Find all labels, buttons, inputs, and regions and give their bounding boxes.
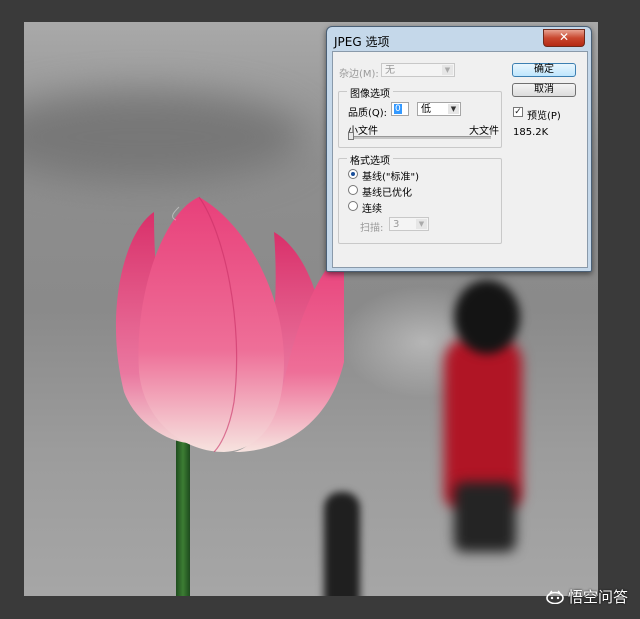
quality-value: 0 [394, 104, 402, 114]
blurred-foliage [24, 92, 304, 182]
checkmark-icon: ✓ [514, 107, 522, 117]
radio-baseline-optimized[interactable] [348, 185, 358, 195]
preview-checkbox[interactable]: ✓ [513, 107, 523, 117]
matte-value: 无 [385, 65, 395, 76]
cancel-button[interactable]: 取消 [512, 83, 576, 97]
scans-select[interactable]: 3 ▼ [389, 217, 429, 231]
blurred-post [324, 492, 360, 596]
scans-label: 扫描: [360, 223, 384, 234]
watermark: 悟空问答 [546, 586, 628, 607]
preview-label[interactable]: 预览(P) [527, 107, 561, 122]
dialog-body: 杂边(M): 无 ▼ 图像选项 品质(Q): 0 低 ▼ 小文件 大文件 格式选… [332, 51, 588, 268]
blurred-person-head [454, 280, 520, 354]
chevron-down-icon: ▼ [442, 65, 453, 75]
radio-progressive-label[interactable]: 连续 [362, 200, 382, 215]
ok-button[interactable]: 确定 [512, 63, 576, 77]
blurred-person-legs [454, 482, 516, 552]
close-button[interactable]: ✕ [543, 29, 585, 47]
lotus-stem [176, 432, 190, 596]
format-options-group-label: 格式选项 [347, 152, 393, 167]
quality-label: 品质(Q): [348, 108, 388, 119]
radio-baseline-standard-label[interactable]: 基线("标准") [362, 168, 419, 183]
quality-slider-track[interactable] [348, 136, 491, 139]
quality-slider-thumb[interactable] [348, 132, 354, 140]
chevron-down-icon: ▼ [416, 219, 427, 229]
file-size: 185.2K [513, 127, 549, 138]
close-icon: ✕ [558, 30, 570, 44]
chevron-down-icon: ▼ [448, 104, 459, 114]
radio-progressive[interactable] [348, 201, 358, 211]
dialog-title-bar[interactable]: JPEG 选项 ✕ [327, 27, 591, 51]
format-options-group: 格式选项 基线("标准") 基线已优化 连续 扫描: 3 ▼ [338, 152, 502, 244]
large-file-label: 大文件 [469, 126, 499, 137]
radio-baseline-optimized-label[interactable]: 基线已优化 [362, 184, 412, 199]
image-options-group-label: 图像选项 [347, 85, 393, 100]
watermark-logo-icon [546, 590, 564, 604]
quality-preset-value: 低 [421, 104, 431, 115]
radio-baseline-standard[interactable] [348, 169, 358, 179]
jpeg-options-dialog: JPEG 选项 ✕ 杂边(M): 无 ▼ 图像选项 品质(Q): 0 低 ▼ 小… [326, 26, 592, 272]
image-options-group: 图像选项 品质(Q): 0 低 ▼ 小文件 大文件 [338, 85, 502, 148]
matte-label: 杂边(M): [339, 69, 379, 80]
quality-preset-select[interactable]: 低 ▼ [417, 102, 461, 116]
dialog-title: JPEG 选项 [334, 35, 390, 49]
matte-select[interactable]: 无 ▼ [381, 63, 455, 77]
quality-input[interactable]: 0 [391, 102, 409, 116]
scans-value: 3 [393, 219, 400, 230]
watermark-text: 悟空问答 [567, 588, 628, 606]
lotus-flower [115, 196, 344, 452]
